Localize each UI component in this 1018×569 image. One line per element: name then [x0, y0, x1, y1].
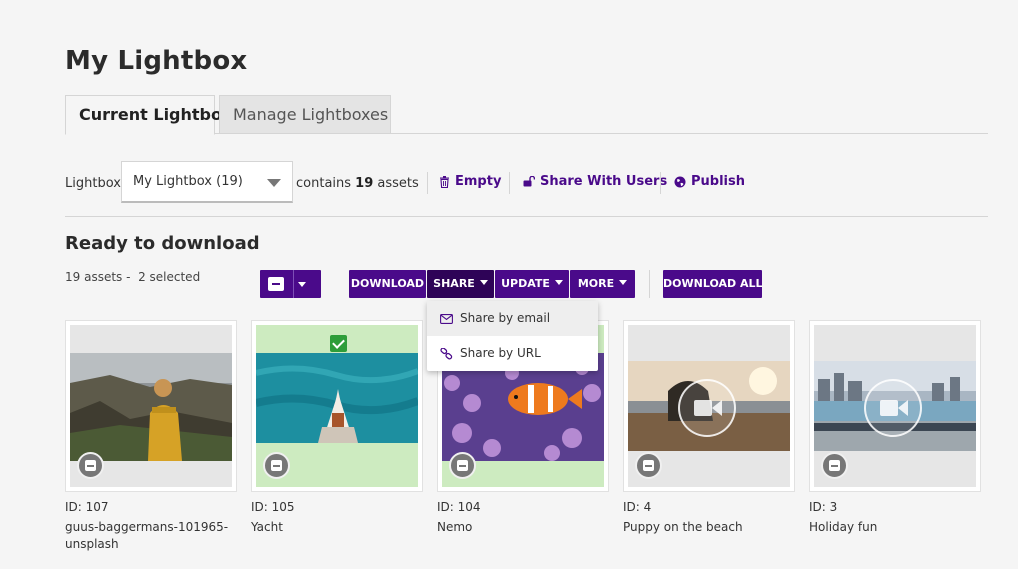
asset-thumbnail [256, 353, 418, 461]
link-icon [440, 347, 453, 359]
asset-meta: ID: 4 Puppy on the beach [623, 499, 798, 536]
remove-from-lightbox-icon[interactable] [821, 452, 848, 479]
asset-name: Holiday fun [809, 520, 878, 534]
remove-from-lightbox-icon[interactable] [635, 452, 662, 479]
trash-icon [440, 175, 449, 188]
more-button[interactable]: MORE [570, 270, 635, 298]
empty-lightbox-button[interactable]: Empty [439, 174, 501, 189]
lightbox-select-value: My Lightbox (19) [133, 174, 243, 189]
divider [427, 172, 428, 194]
tab-current-lightbox[interactable]: Current Lightbox [65, 95, 232, 135]
envelope-icon [440, 313, 453, 324]
asset-id: ID: 4 [623, 500, 652, 514]
lightbox-bar: Lightbox: My Lightbox (19) contains 19 a… [65, 160, 988, 206]
section-title: Ready to download [65, 233, 260, 254]
download-button[interactable]: DOWNLOAD [349, 270, 426, 298]
lightbox-select[interactable]: My Lightbox (19) [121, 161, 293, 203]
asset-name: guus-baggermans-101965-unsplash [65, 520, 229, 551]
checkbox-checked-icon[interactable] [330, 335, 347, 352]
lightbox-tabs: Current Lightbox Manage Lightboxes [65, 95, 988, 135]
asset-id: ID: 3 [809, 500, 838, 514]
divider [660, 172, 661, 194]
share-dropdown-menu: Share by email Share by URL [427, 301, 598, 371]
asset-card[interactable] [623, 320, 795, 492]
asset-meta: ID: 105 Yacht [251, 499, 426, 536]
tab-manage-lightboxes[interactable]: Manage Lightboxes [219, 95, 391, 134]
caret-down-icon [479, 280, 488, 285]
share-with-users-button[interactable]: Share With Users [523, 174, 667, 189]
asset-id: ID: 107 [65, 500, 109, 514]
lightbox-asset-count: contains 19 assets [296, 176, 419, 191]
lightbox-label: Lightbox: [65, 176, 126, 191]
share-by-email-item[interactable]: Share by email [427, 301, 598, 336]
video-camera-icon [678, 379, 736, 437]
update-button[interactable]: UPDATE [495, 270, 569, 298]
globe-icon [674, 176, 686, 187]
page-title: My Lightbox [65, 46, 248, 76]
unlock-icon [523, 176, 535, 187]
asset-card[interactable] [65, 320, 237, 492]
share-by-url-item[interactable]: Share by URL [427, 336, 598, 371]
asset-id: ID: 105 [251, 500, 295, 514]
asset-thumbnail [70, 353, 232, 461]
selection-count: 19 assets - 2 selected [65, 270, 201, 284]
caret-down-icon [554, 280, 563, 285]
download-all-button[interactable]: DOWNLOAD ALL [663, 270, 763, 298]
caret-down-icon [619, 280, 628, 285]
asset-card[interactable] [809, 320, 981, 492]
publish-button[interactable]: Publish [674, 174, 745, 189]
asset-meta: ID: 104 Nemo [437, 499, 612, 536]
caret-down-icon [267, 179, 281, 187]
divider [649, 270, 650, 298]
remove-from-lightbox-icon[interactable] [263, 452, 290, 479]
section-divider [65, 216, 988, 217]
select-toggle-button[interactable] [260, 270, 321, 298]
remove-from-lightbox-icon[interactable] [449, 452, 476, 479]
asset-id: ID: 104 [437, 500, 481, 514]
caret-down-icon [298, 282, 306, 287]
asset-card[interactable] [251, 320, 423, 492]
asset-meta: ID: 107 guus-baggermans-101965-unsplash [65, 499, 240, 553]
deselect-icon [268, 277, 284, 291]
asset-name: Yacht [251, 520, 283, 534]
video-camera-icon [864, 379, 922, 437]
share-button[interactable]: SHARE [427, 270, 494, 298]
remove-from-lightbox-icon[interactable] [77, 452, 104, 479]
asset-meta: ID: 3 Holiday fun [809, 499, 984, 536]
asset-name: Nemo [437, 520, 473, 534]
divider [509, 172, 510, 194]
asset-name: Puppy on the beach [623, 520, 743, 534]
